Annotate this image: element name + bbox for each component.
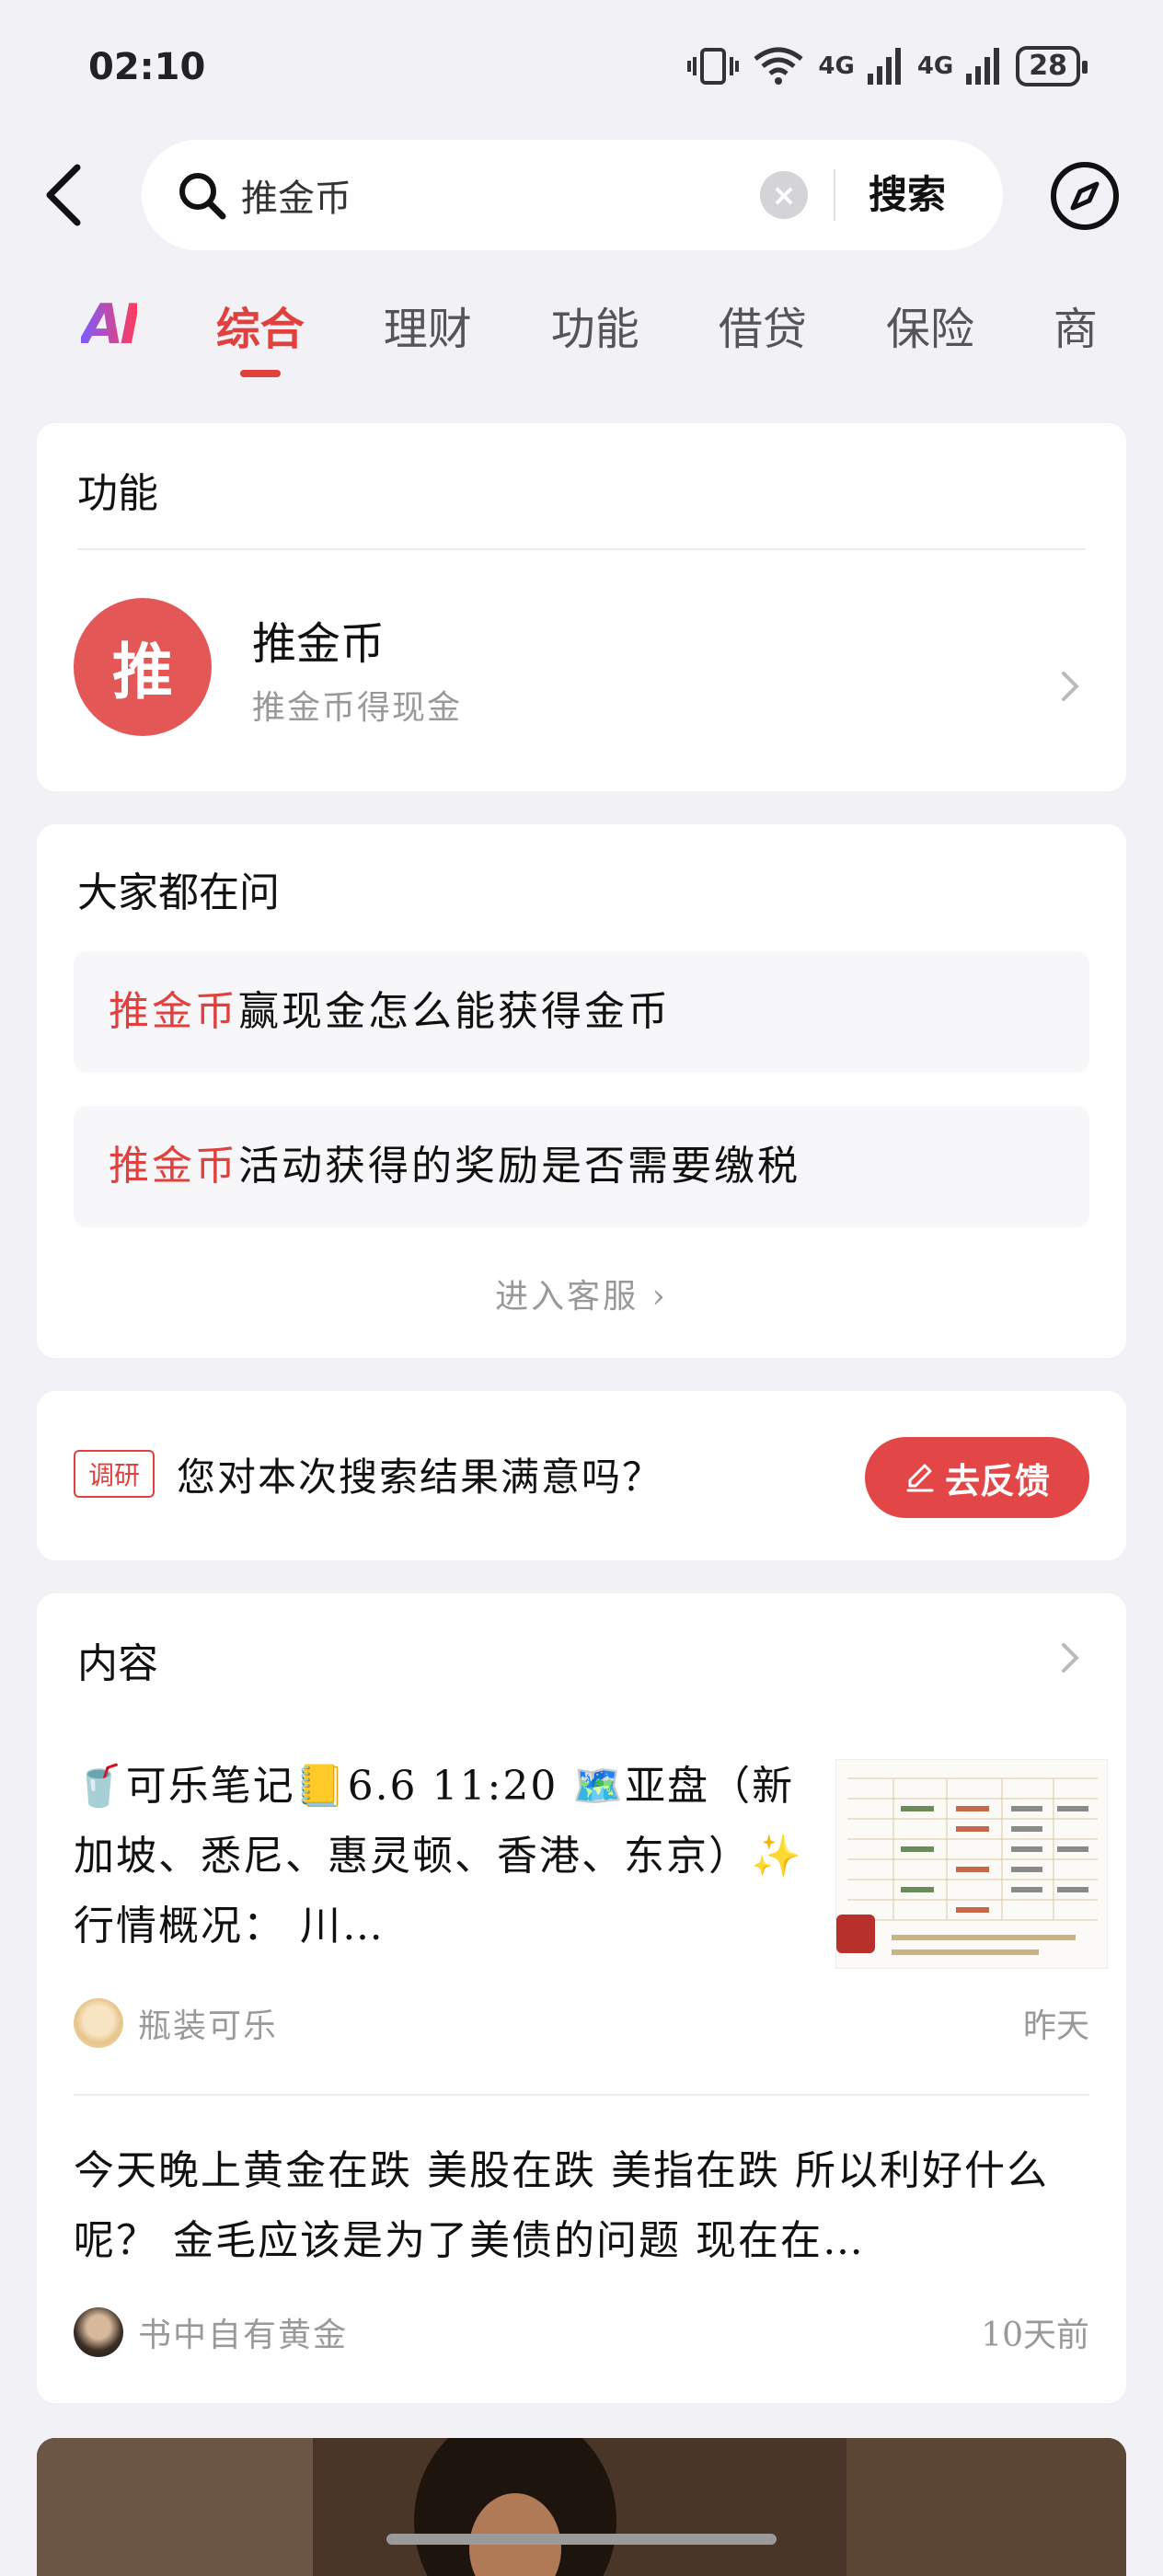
wifi-icon [754,47,803,85]
function-desc: 推金币得现金 [252,689,463,727]
faq-text: 活动获得的奖励是否需要缴税 [238,1143,800,1190]
home-indicator[interactable] [386,2534,777,2545]
faq-keyword: 推金币 [109,988,238,1035]
post-author[interactable]: 书中自有黄金 [138,2308,348,2356]
post-author[interactable]: 瓶装可乐 [138,1999,278,2047]
post-time: 10天前 [981,2317,1089,2354]
image-card[interactable] [37,2438,1126,2576]
post-meta: 瓶装可乐 昨天 [74,1998,1089,2048]
avatar[interactable] [74,1998,123,2048]
tab-insurance[interactable]: 保险 [886,293,974,357]
status-time: 02:10 [88,46,206,88]
search-icon [179,173,226,220]
faq-item[interactable]: 推金币赢现金怎么能获得金币 [74,951,1089,1073]
search-divider [834,169,835,221]
battery-indicator: 28 [1016,46,1088,86]
chevron-right-icon[interactable] [1053,1639,1089,1676]
feedback-button[interactable]: 去反馈 [865,1437,1089,1518]
chevron-right-icon [1062,672,1079,701]
post-text: 🥤可乐笔记📒6.6 11:20 🗺️亚盘（新加坡、悉尼、惠灵顿、香港、东京）✨行… [74,1763,803,1949]
function-name: 推金币 [252,618,386,670]
customer-service-link[interactable]: 进入客服 › [37,1270,1126,1317]
faq-card: 大家都在问 推金币赢现金怎么能获得金币 推金币活动获得的奖励是否需要缴税 进入客… [37,824,1126,1358]
vibrate-icon [687,48,740,85]
status-icons: 4G 4G 28 [687,46,1088,86]
thumbnail-table-image [836,1760,1107,1968]
back-arrow-icon[interactable] [37,158,92,232]
function-avatar: 推 [74,598,212,736]
tab-loan[interactable]: 借贷 [719,293,807,357]
card-image [37,2438,1126,2576]
faq-item[interactable]: 推金币活动获得的奖励是否需要缴税 [74,1106,1089,1227]
survey-card: 调研 您对本次搜索结果满意吗？ 去反馈 [37,1391,1126,1560]
survey-tag: 调研 [74,1450,155,1498]
avatar[interactable] [74,2307,123,2357]
function-section-title: 功能 [77,470,158,517]
search-input[interactable] [241,174,738,216]
signal-icon [867,48,901,85]
content-card: 内容 🥤可乐笔记📒6.6 11:20 🗺️亚盘（新加坡、悉尼、惠灵顿、香港、东京… [37,1593,1126,2403]
search-bar[interactable]: × 搜索 [142,140,1003,250]
faq-text: 赢现金怎么能获得金币 [238,988,671,1035]
survey-question: 您对本次搜索结果满意吗？ [177,1455,663,1500]
post-thumbnail [835,1759,1108,1969]
chevron-right-icon: › [651,1278,668,1316]
feedback-label: 去反馈 [944,1459,1050,1501]
faq-keyword: 推金币 [109,1143,238,1190]
tab-comprehensive[interactable]: 综合 [216,293,305,377]
compass-icon[interactable] [1049,160,1121,232]
content-section-title: 内容 [77,1640,158,1687]
post-meta: 书中自有黄金 10天前 [74,2307,1089,2357]
network-label-2: 4G [916,52,954,80]
post-time: 昨天 [1022,2007,1089,2045]
search-button[interactable]: 搜索 [869,140,946,250]
signal-icon [966,48,1000,85]
post-text: 今天晚上黄金在跌 美股在跌 美指在跌 所以利好什么呢？ 金毛应该是为了美债的问题… [74,2147,1049,2264]
tab-shop[interactable]: 商 [1054,293,1098,357]
tab-wealth[interactable]: 理财 [384,293,472,357]
divider [77,548,1086,550]
faq-section-title: 大家都在问 [77,869,280,916]
clear-icon[interactable]: × [760,171,808,219]
function-card: 功能 推 推金币 推金币得现金 [37,423,1126,791]
network-label-1: 4G [818,52,855,80]
divider [74,2094,1089,2096]
category-tabs: AI 综合 理财 功能 借贷 保险 商 [81,293,1163,377]
tab-function[interactable]: 功能 [551,293,639,357]
ai-icon[interactable]: AI [81,293,141,357]
pencil-icon [906,1464,934,1492]
customer-service-label: 进入客服 [495,1278,639,1316]
